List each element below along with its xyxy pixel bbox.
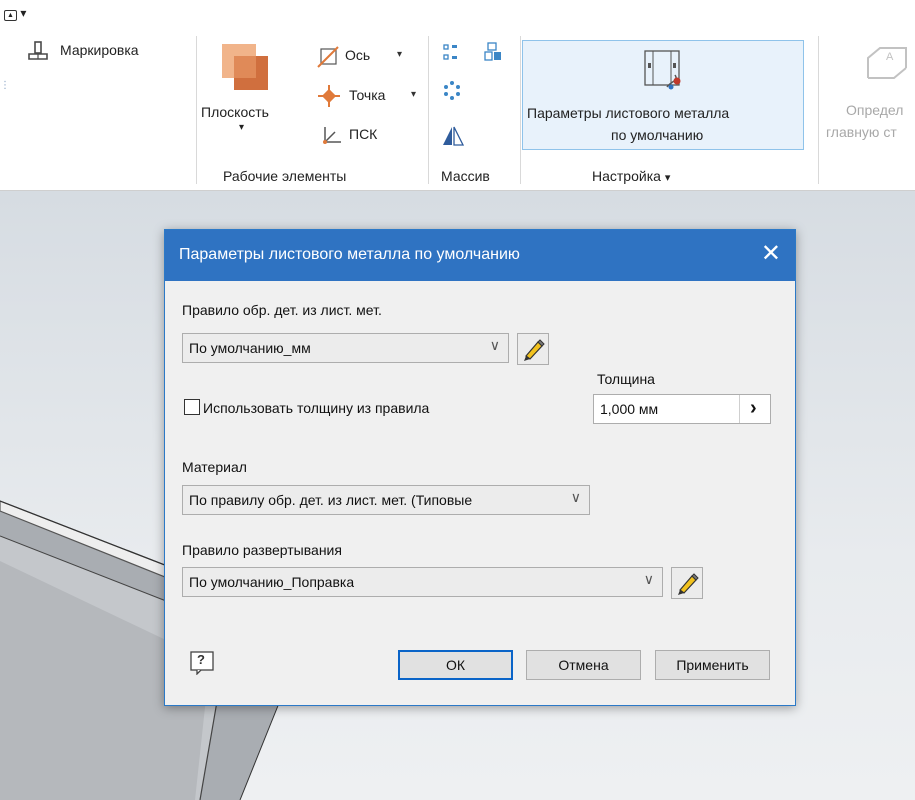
pencil-icon xyxy=(678,573,699,595)
axis-label: Ось xyxy=(345,47,371,63)
work-features-title: Рабочие элементы xyxy=(223,168,347,184)
dialog-title: Параметры листового металла по умолчанию xyxy=(179,246,520,263)
chevron-down-icon: ∨ xyxy=(489,337,500,353)
define-label-1: Определ xyxy=(846,102,904,118)
rule-label: Правило обр. дет. из лист. мет. xyxy=(182,302,382,318)
help-button[interactable]: ? xyxy=(190,651,214,675)
circular-pattern-icon[interactable] xyxy=(442,80,462,100)
cancel-button[interactable]: Отмена xyxy=(526,650,641,680)
thickness-arrow-button[interactable]: › xyxy=(739,395,770,423)
component-pattern-icon[interactable] xyxy=(484,42,502,62)
ribbon: Маркировка ⋮ Плоскость ▾ Ось ▾ Точка ▾ П… xyxy=(0,30,915,191)
sheet-metal-defaults-label-2: по умолчанию xyxy=(611,127,704,143)
markup-panel: Маркировка ⋮ xyxy=(0,30,196,190)
point-dropdown[interactable]: ▾ xyxy=(411,89,416,100)
plane-dropdown[interactable]: ▾ xyxy=(239,122,244,133)
unfold-rule-select[interactable]: По умолчанию_Поправка ∨ xyxy=(182,567,663,597)
pencil-icon xyxy=(524,339,545,361)
sheet-metal-defaults-icon xyxy=(644,50,681,90)
edge-dot: ⋮ xyxy=(0,80,10,91)
ribbon-toggle-icon[interactable]: ▲ xyxy=(4,10,17,21)
chevron-right-icon: › xyxy=(750,397,757,419)
work-features-panel: Плоскость ▾ Ось ▾ Точка ▾ ПСК Рабочие эл… xyxy=(197,30,428,190)
help-text: ? xyxy=(197,652,205,667)
point-label: Точка xyxy=(349,87,386,103)
quick-access-toolbar: ▲ ▾ xyxy=(0,0,915,30)
ok-button[interactable]: ОК xyxy=(398,650,513,680)
define-panel: A Определ главную ст xyxy=(820,30,915,190)
apply-button[interactable]: Применить xyxy=(655,650,770,680)
panel-separator xyxy=(520,36,521,184)
material-select-value: По правилу обр. дет. из лист. мет. (Типо… xyxy=(189,492,473,508)
thickness-value: 1,000 мм xyxy=(600,401,659,417)
checkbox-box[interactable] xyxy=(184,399,200,415)
ucs-icon xyxy=(323,127,341,144)
chevron-down-icon: ∨ xyxy=(643,571,654,587)
ucs-label: ПСК xyxy=(349,126,378,142)
use-rule-thickness-label: Использовать толщину из правила xyxy=(203,400,430,416)
chevron-down-icon: ∨ xyxy=(570,489,581,505)
rule-select-value: По умолчанию_мм xyxy=(189,340,311,356)
edit-unfold-rule-button[interactable] xyxy=(671,567,703,599)
markup-label: Маркировка xyxy=(60,42,139,58)
setup-title-text: Настройка xyxy=(592,168,661,184)
thickness-field[interactable]: 1,000 мм › xyxy=(593,394,771,424)
material-select[interactable]: По правилу обр. дет. из лист. мет. (Типо… xyxy=(182,485,590,515)
unfold-rule-select-value: По умолчанию_Поправка xyxy=(189,574,355,590)
plane-label: Плоскость xyxy=(201,104,269,120)
qat-dropdown[interactable]: ▾ xyxy=(20,6,26,20)
svg-text:A: A xyxy=(886,51,894,63)
sheet-metal-defaults-label-1: Параметры листового металла xyxy=(527,105,730,121)
markup-icon xyxy=(28,41,48,60)
axis-dropdown[interactable]: ▾ xyxy=(397,49,402,60)
setup-title-arrow: ▾ xyxy=(664,172,671,184)
sheet-metal-defaults-button[interactable]: Параметры листового металла по умолчанию xyxy=(522,40,804,150)
setup-title[interactable]: Настройка ▾ xyxy=(592,168,670,184)
pattern-panel: Массив xyxy=(429,30,520,190)
define-icon: A xyxy=(867,47,907,79)
rule-select[interactable]: По умолчанию_мм ∨ xyxy=(182,333,509,363)
point-icon xyxy=(318,85,340,107)
sheet-metal-defaults-dialog: Параметры листового металла по умолчанию… xyxy=(164,229,796,706)
close-icon[interactable]: ✕ xyxy=(761,240,781,268)
pattern-title: Массив xyxy=(441,168,490,184)
plane-icon xyxy=(222,44,268,90)
axis-icon xyxy=(317,46,339,68)
unfold-rule-label: Правило развертывания xyxy=(182,542,342,558)
edit-rule-button[interactable] xyxy=(517,333,549,365)
dialog-titlebar[interactable]: Параметры листового металла по умолчанию… xyxy=(165,230,795,281)
mirror-icon[interactable] xyxy=(442,126,464,146)
rectangular-pattern-icon[interactable] xyxy=(443,44,459,62)
quick-access-menu[interactable]: ▲ ▾ xyxy=(4,6,26,21)
plane-button[interactable]: Плоскость ▾ xyxy=(201,38,289,138)
define-label-2: главную ст xyxy=(826,124,897,140)
thickness-label: Толщина xyxy=(597,371,655,387)
material-label: Материал xyxy=(182,459,247,475)
panel-separator xyxy=(818,36,819,184)
